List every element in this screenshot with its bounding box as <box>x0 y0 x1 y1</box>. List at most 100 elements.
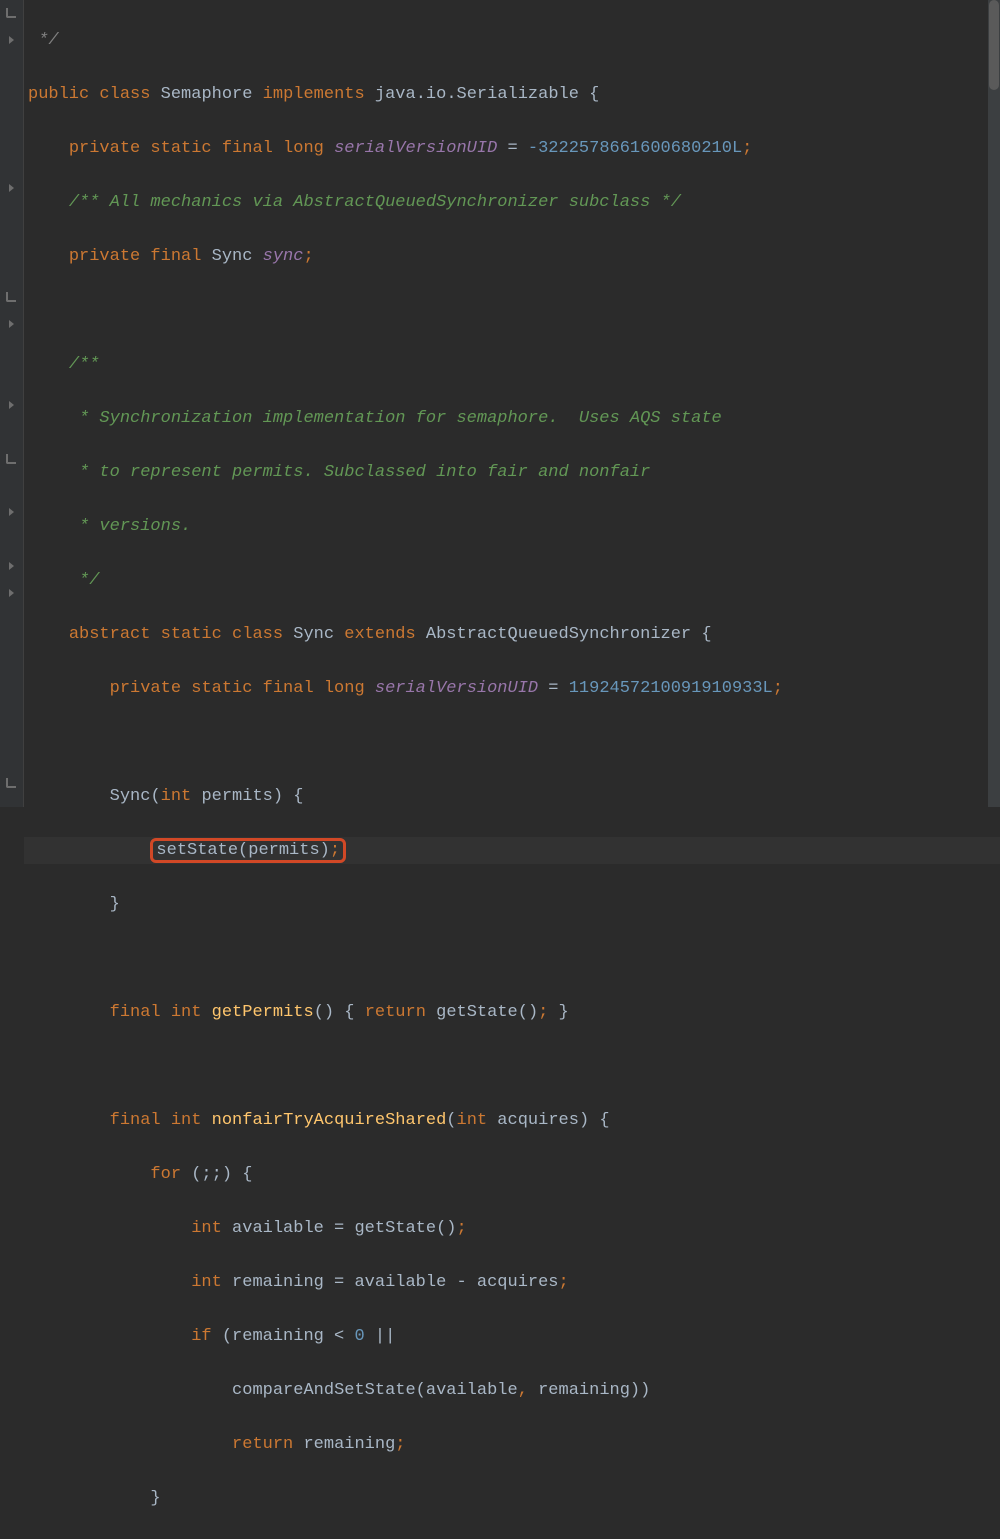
code-line[interactable]: private static final long serialVersionU… <box>24 675 1000 702</box>
param: acquires <box>487 1111 579 1130</box>
constructor-name: Sync <box>110 787 151 806</box>
scrollbar-thumb[interactable] <box>989 0 999 90</box>
comment-text: /** <box>69 355 100 374</box>
semicolon: ; <box>330 841 340 860</box>
fold-start-icon[interactable] <box>4 317 18 331</box>
paren: ( <box>150 787 160 806</box>
field-name: serialVersionUID <box>375 679 538 698</box>
field-name: sync <box>263 247 304 266</box>
code-line[interactable]: * to represent permits. Subclassed into … <box>24 459 1000 486</box>
fold-start-icon[interactable] <box>4 559 18 573</box>
code-line[interactable]: return remaining; <box>24 1431 1000 1458</box>
code-line[interactable]: private static final long serialVersionU… <box>24 135 1000 162</box>
rest: remaining <box>293 1435 395 1454</box>
op: = <box>538 679 569 698</box>
code-line[interactable]: for (;;) { <box>24 1161 1000 1188</box>
rest: (remaining < <box>212 1327 355 1346</box>
code-line[interactable]: public class Semaphore implements java.i… <box>24 81 1000 108</box>
rest: remaining = available - acquires <box>222 1273 559 1292</box>
keyword: int <box>191 1219 222 1238</box>
keyword: extends <box>344 625 426 644</box>
fold-start-icon[interactable] <box>4 181 18 195</box>
keyword: int <box>191 1273 222 1292</box>
paren: ) { <box>579 1111 610 1130</box>
keyword: int <box>457 1111 488 1130</box>
code-line[interactable]: private final Sync sync; <box>24 243 1000 270</box>
code-line-current[interactable]: setState(permits); <box>24 837 1000 864</box>
code-line[interactable]: * versions. <box>24 513 1000 540</box>
param: permits <box>191 787 273 806</box>
keyword: final int <box>110 1111 212 1130</box>
brace: } <box>548 1003 568 1022</box>
number-literal: -3222578661600680210L <box>528 139 742 158</box>
code-line[interactable]: */ <box>24 27 1000 54</box>
field-name: serialVersionUID <box>334 139 497 158</box>
brace: } <box>110 895 120 914</box>
semicolon: ; <box>456 1219 466 1238</box>
paren: ( <box>446 1111 456 1130</box>
fold-start-icon[interactable] <box>4 586 18 600</box>
number-literal: 0 <box>354 1327 364 1346</box>
semicolon: ; <box>559 1273 569 1292</box>
keyword: public <box>28 85 89 104</box>
code-editor[interactable]: */ public class Semaphore implements jav… <box>24 0 1000 1539</box>
code-line[interactable]: Sync(int permits) { <box>24 783 1000 810</box>
comma: , <box>518 1381 528 1400</box>
keyword: int <box>161 787 192 806</box>
brace: { <box>691 625 711 644</box>
code-line[interactable]: compareAndSetState(available, remaining)… <box>24 1377 1000 1404</box>
fold-start-icon[interactable] <box>4 398 18 412</box>
code-line[interactable]: } <box>24 1485 1000 1512</box>
number-literal: 1192457210091910933L <box>569 679 773 698</box>
scrollbar-track[interactable] <box>988 0 1000 807</box>
code-line[interactable]: final int nonfairTryAcquireShared(int ac… <box>24 1107 1000 1134</box>
highlighted-code: setState(permits); <box>150 838 346 863</box>
interface-name: java.io.Serializable <box>375 85 579 104</box>
code-line[interactable] <box>24 297 1000 324</box>
code-line[interactable]: int remaining = available - acquires; <box>24 1269 1000 1296</box>
type: Sync <box>212 247 263 266</box>
keyword: abstract static class <box>69 625 293 644</box>
comment-text: * to represent permits. Subclassed into … <box>69 463 651 482</box>
editor-gutter <box>0 0 24 807</box>
call: compareAndSetState(available <box>232 1381 518 1400</box>
code-line[interactable]: } <box>24 891 1000 918</box>
fold-start-icon[interactable] <box>4 505 18 519</box>
brace: { <box>579 85 599 104</box>
keyword: private static final long <box>69 139 334 158</box>
code-line[interactable]: if (remaining < 0 || <box>24 1323 1000 1350</box>
paren: () { <box>314 1003 365 1022</box>
keyword: class <box>99 85 150 104</box>
code-line[interactable] <box>24 1053 1000 1080</box>
paren: ) { <box>273 787 304 806</box>
comment-text: * versions. <box>69 517 191 536</box>
semicolon: ; <box>303 247 313 266</box>
code-line[interactable]: abstract static class Sync extends Abstr… <box>24 621 1000 648</box>
keyword: private static final long <box>110 679 375 698</box>
code-line[interactable]: /** All mechanics via AbstractQueuedSync… <box>24 189 1000 216</box>
class-name: Semaphore <box>161 85 253 104</box>
keyword: return <box>365 1003 426 1022</box>
semicolon: ; <box>742 139 752 158</box>
code-line[interactable] <box>24 945 1000 972</box>
fold-start-icon[interactable] <box>4 33 18 47</box>
code-line[interactable]: /** <box>24 351 1000 378</box>
rest: remaining)) <box>528 1381 650 1400</box>
code-line[interactable]: int available = getState(); <box>24 1215 1000 1242</box>
comment-text: /** All mechanics via AbstractQueuedSync… <box>69 193 681 212</box>
fold-end-icon[interactable] <box>4 776 18 790</box>
keyword: return <box>232 1435 293 1454</box>
code-line[interactable] <box>24 729 1000 756</box>
fold-end-icon[interactable] <box>4 452 18 466</box>
comment-text: * Synchronization implementation for sem… <box>69 409 722 428</box>
call: getState() <box>426 1003 538 1022</box>
code-line[interactable]: final int getPermits() { return getState… <box>24 999 1000 1026</box>
semicolon: ; <box>395 1435 405 1454</box>
code-line[interactable]: */ <box>24 567 1000 594</box>
semicolon: ; <box>773 679 783 698</box>
fold-end-icon[interactable] <box>4 6 18 20</box>
brace: } <box>150 1489 160 1508</box>
keyword: if <box>191 1327 211 1346</box>
fold-end-icon[interactable] <box>4 290 18 304</box>
code-line[interactable]: * Synchronization implementation for sem… <box>24 405 1000 432</box>
